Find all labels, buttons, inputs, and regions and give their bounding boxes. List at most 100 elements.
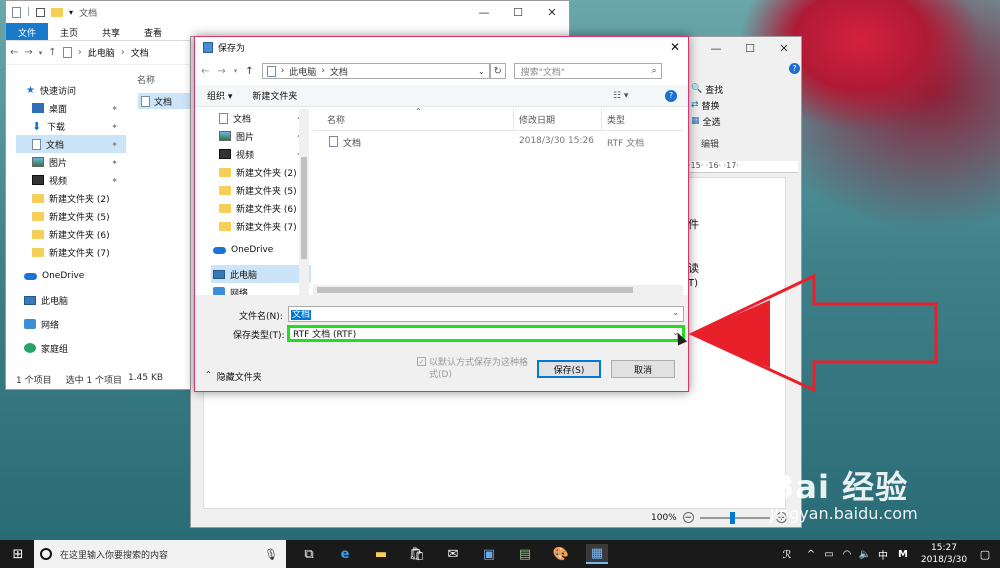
nav-onedrive[interactable]: OneDrive — [16, 267, 126, 285]
back-icon[interactable]: ← — [10, 47, 18, 58]
nav-folder-2[interactable]: 新建文件夹 (2) — [211, 163, 311, 181]
forward-icon[interactable]: → — [24, 47, 32, 58]
mail-icon[interactable]: ✉ — [442, 544, 464, 564]
nav-desktop[interactable]: 桌面 ✦ — [16, 99, 126, 117]
new-folder-button[interactable]: 新建文件夹 — [252, 89, 297, 102]
zoom-thumb[interactable] — [729, 511, 735, 524]
nav-folder-6[interactable]: 新建文件夹 (6) — [211, 199, 311, 217]
minimize-button[interactable]: — — [467, 1, 501, 23]
close-button[interactable]: ✕ — [535, 1, 569, 23]
checkbox-icon[interactable] — [36, 7, 46, 17]
paint-icon[interactable]: 🎨 — [550, 544, 572, 564]
nav-videos[interactable]: 视频✦ — [211, 145, 311, 163]
nav-videos[interactable]: 视频✦ — [16, 171, 126, 189]
nav-folder-5[interactable]: 新建文件夹 (5) — [16, 207, 126, 225]
address-field[interactable]: › 此电脑 › 文档 ⌄ — [261, 63, 490, 79]
view-options-icon[interactable]: ☷ ▾ — [613, 91, 628, 101]
nav-scroll-thumb[interactable] — [301, 157, 307, 259]
column-date[interactable]: 修改日期 — [519, 113, 555, 126]
file-row[interactable]: 文档 2018/3/30 15:26 RTF 文档 — [313, 133, 683, 151]
breadcrumb-documents[interactable]: 文档 — [131, 46, 149, 59]
up-icon[interactable]: ↑ — [245, 66, 253, 77]
close-button[interactable]: ✕ — [670, 40, 680, 54]
nav-network[interactable]: 网络 — [211, 283, 311, 295]
file-explorer-icon[interactable]: ▬ — [370, 544, 392, 564]
filename-input[interactable]: 文档 ⌄ — [288, 306, 684, 322]
ime-mode-indicator[interactable]: M — [892, 544, 914, 564]
nav-documents[interactable]: 文档 ✦ — [16, 135, 126, 153]
column-type[interactable]: 类型 — [607, 113, 625, 126]
nav-onedrive[interactable]: OneDrive — [211, 241, 311, 259]
nav-quick-access[interactable]: ★ 快速访问 — [16, 81, 126, 99]
help-icon[interactable]: ? — [789, 63, 800, 74]
app-icon[interactable]: ▤ — [514, 544, 536, 564]
horizontal-scrollbar[interactable] — [313, 285, 683, 295]
nav-folder-2[interactable]: 新建文件夹 (2) — [16, 189, 126, 207]
dialog-titlebar[interactable]: 保存为 ✕ — [195, 37, 688, 57]
tab-home[interactable]: 主页 — [48, 23, 90, 40]
nav-folder-5[interactable]: 新建文件夹 (5) — [211, 181, 311, 199]
taskbar-search-input[interactable]: 在这里输入你要搜索的内容 — [60, 548, 168, 561]
maximize-button[interactable]: ☐ — [501, 1, 535, 23]
save-as-dialog[interactable]: 保存为 ✕ ← → ▾ ↑ › 此电脑 › 文档 ⌄ ↻ 搜索"文档" ⌕ 组织… — [194, 36, 689, 392]
maximize-button[interactable]: ☐ — [733, 37, 767, 59]
chevron-down-icon[interactable]: ⌄ — [478, 67, 485, 76]
search-icon[interactable]: ⌕ — [652, 66, 657, 76]
nav-downloads[interactable]: ⬇ 下载 ✦ — [16, 117, 126, 135]
taskbar-search[interactable]: 在这里输入你要搜索的内容 🎙 — [34, 540, 286, 568]
nav-folder-7[interactable]: 新建文件夹 (7) — [211, 217, 311, 235]
close-button[interactable]: ✕ — [767, 37, 801, 59]
forward-icon[interactable]: → — [217, 66, 225, 77]
app-icon[interactable]: ▣ — [478, 544, 500, 564]
replace-button[interactable]: ⇄ 替换 — [691, 97, 751, 113]
nav-pictures[interactable]: 图片✦ — [16, 153, 126, 171]
search-input[interactable]: 搜索"文档" — [521, 65, 565, 78]
navigation-pane[interactable]: ★ 快速访问 桌面 ✦ ⬇ 下载 ✦ 文档 ✦ 图片 ✦ 视频 ✦ 新建文件夹 (2) 新建文… — [16, 81, 126, 366]
find-button[interactable]: 🔍 查找 — [691, 81, 751, 97]
task-view-icon[interactable]: ⧉ — [298, 544, 320, 564]
breadcrumb-this-pc[interactable]: 此电脑 — [289, 65, 316, 78]
nav-pictures[interactable]: 图片✦ — [211, 127, 311, 145]
dialog-navigation-pane[interactable]: 文档✦ 图片✦ 视频✦ 新建文件夹 (2) 新建文件夹 (5) 新建文件夹 (6… — [211, 109, 311, 295]
file-item[interactable]: 文档 — [138, 93, 196, 109]
start-button[interactable]: ⊞ — [8, 544, 28, 564]
select-all-button[interactable]: ▦ 全选 — [691, 113, 751, 129]
store-icon[interactable]: 🛍 — [406, 544, 428, 564]
organize-button[interactable]: 组织 ▾ — [207, 89, 232, 102]
back-icon[interactable]: ← — [201, 66, 209, 77]
cancel-button[interactable]: 取消 — [611, 360, 675, 378]
chevron-down-icon[interactable]: ⌄ — [672, 308, 679, 317]
tab-share[interactable]: 共享 — [90, 23, 132, 40]
nav-folder-6[interactable]: 新建文件夹 (6) — [16, 225, 126, 243]
people-icon[interactable]: ℛ — [776, 544, 798, 564]
explorer-titlebar[interactable]: | ▾ 文档 — ☐ ✕ — [6, 1, 569, 23]
tab-view[interactable]: 查看 — [132, 23, 174, 40]
nav-homegroup[interactable]: 家庭组 — [16, 339, 126, 357]
zoom-slider[interactable] — [699, 511, 770, 524]
wordpad-taskbar-icon[interactable]: ▦ — [586, 544, 608, 564]
filetype-select[interactable]: RTF 文档 (RTF) ⌄ — [287, 325, 685, 342]
default-format-checkbox[interactable]: ✓ 以默认方式保存为这种格式(D) — [417, 357, 529, 381]
breadcrumb-this-pc[interactable]: 此电脑 — [88, 46, 115, 59]
quick-access-dropdown-icon[interactable]: ▾ — [69, 8, 73, 17]
edge-icon[interactable]: e — [334, 544, 356, 564]
horizontal-scroll-thumb[interactable] — [317, 287, 633, 293]
clock[interactable]: 15:27 2018/3/30 — [918, 542, 970, 566]
minimize-button[interactable]: — — [699, 37, 733, 59]
nav-scrollbar[interactable] — [299, 109, 309, 295]
checkbox-check-icon[interactable]: ✓ — [417, 357, 426, 366]
search-field[interactable]: 搜索"文档" ⌕ — [513, 63, 662, 79]
zoom-out-button[interactable]: − — [682, 512, 694, 523]
history-dropdown-icon[interactable]: ▾ — [39, 49, 43, 57]
up-icon[interactable]: ↑ — [48, 47, 56, 58]
column-name[interactable]: 名称 — [327, 113, 345, 126]
microphone-icon[interactable]: 🎙 — [264, 548, 278, 561]
help-icon[interactable]: ? — [665, 89, 677, 102]
notifications-icon[interactable]: ▢ — [974, 544, 996, 564]
nav-this-pc[interactable]: 此电脑 — [16, 291, 126, 309]
nav-network[interactable]: 网络 — [16, 315, 126, 333]
ime-indicator[interactable]: 中 — [872, 544, 894, 564]
refresh-icon[interactable]: ↻ — [489, 63, 506, 79]
nav-folder-7[interactable]: 新建文件夹 (7) — [16, 243, 126, 261]
history-dropdown-icon[interactable]: ▾ — [234, 67, 238, 75]
